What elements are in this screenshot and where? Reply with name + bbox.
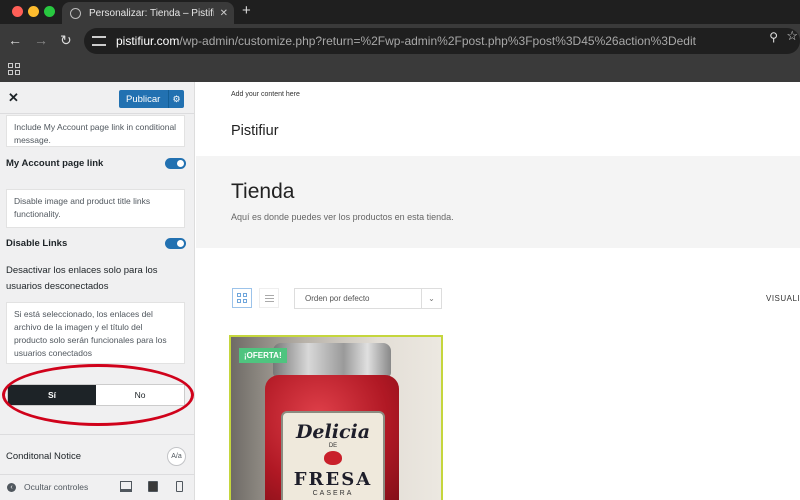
jar-label-line1: Delicia	[295, 421, 371, 443]
page-description: Aquí es donde puedes ver los productos e…	[231, 212, 454, 222]
gear-icon[interactable]: ⚙	[168, 90, 184, 108]
publish-button[interactable]: Publicar ⚙	[119, 90, 184, 108]
list-view-button[interactable]	[259, 288, 279, 308]
jar-label-line2: DE	[328, 443, 338, 449]
chevron-down-icon: ⌄	[421, 289, 441, 308]
divider	[0, 434, 194, 435]
account-link-description: Include My Account page link in conditio…	[6, 115, 185, 147]
tab-title: Personalizar: Tienda – Pistifiur	[89, 7, 214, 19]
page-header: Tienda Aquí es donde puedes ver los prod…	[196, 156, 800, 248]
apps-icon[interactable]	[8, 63, 20, 75]
disable-links-description: Disable image and product title links fu…	[6, 189, 185, 228]
back-icon[interactable]: ←	[8, 32, 22, 48]
close-window-button[interactable]	[12, 6, 23, 17]
browser-tab[interactable]: Personalizar: Tienda – Pistifiur ✕	[62, 2, 234, 24]
grid-view-button[interactable]	[232, 288, 252, 308]
close-icon[interactable]: ✕	[8, 90, 19, 106]
typography-icon[interactable]: A/a	[167, 447, 186, 466]
url-input[interactable]: pistifiur.com /wp-admin/customize.php?re…	[84, 28, 800, 54]
annotation-circle	[2, 364, 194, 426]
url-host: pistifiur.com	[116, 34, 180, 48]
sort-select[interactable]: Orden por defecto ⌄	[294, 288, 442, 309]
top-note: Add your content here	[231, 91, 300, 98]
product-card[interactable]: Delicia DE FRESA CASERA ¡OFERTA!	[229, 335, 443, 500]
star-icon[interactable]: ☆	[786, 28, 798, 44]
page-title: Tienda	[231, 180, 295, 203]
conditional-notice-label: Conditonal Notice	[6, 451, 81, 462]
jar-label-line3: FRESA	[293, 469, 373, 490]
view-mode-label: VISUALI	[766, 294, 800, 303]
maximize-window-button[interactable]	[44, 6, 55, 17]
customizer-header: ✕ Publicar ⚙	[0, 82, 194, 114]
collapse-arrow-icon: ‹	[7, 482, 16, 492]
address-toolbar: ← → ↻ pistifiur.com /wp-admin/customize.…	[0, 24, 800, 58]
customizer-sidebar: ✕ Publicar ⚙ Include My Account page lin…	[0, 82, 195, 500]
publish-label: Publicar	[126, 93, 161, 105]
guest-only-title: Desactivar los enlaces solo para los usu…	[6, 265, 158, 292]
url-path: /wp-admin/customize.php?return=%2Fwp-adm…	[179, 34, 696, 48]
close-icon[interactable]: ✕	[220, 8, 228, 19]
mobile-preview-icon[interactable]	[176, 481, 183, 492]
reload-icon[interactable]: ↻	[60, 32, 72, 49]
account-link-toggle[interactable]	[165, 158, 186, 169]
tune-icon[interactable]	[92, 36, 106, 46]
disable-links-label: Disable Links	[6, 238, 68, 249]
new-tab-button[interactable]: +	[242, 2, 251, 19]
browser-tab-bar: Personalizar: Tienda – Pistifiur ✕ +	[0, 0, 800, 24]
tablet-preview-icon[interactable]	[148, 481, 158, 492]
site-preview: Add your content here Pistifiur Tienda A…	[196, 82, 800, 500]
guest-only-description: Si está seleccionado, los enlaces del ar…	[6, 302, 185, 364]
customizer-footer: ‹ Ocultar controles	[0, 474, 194, 500]
strawberry-icon	[324, 451, 342, 465]
forward-icon[interactable]: →	[34, 32, 48, 48]
jar-label-line4: CASERA	[312, 490, 354, 497]
jar-label: Delicia DE FRESA CASERA	[281, 411, 385, 500]
globe-icon	[70, 7, 81, 19]
hide-controls-label: Ocultar controles	[24, 482, 89, 492]
account-link-label: My Account page link	[6, 158, 104, 169]
minimize-window-button[interactable]	[28, 6, 39, 17]
zoom-icon[interactable]: ⚲	[769, 30, 778, 44]
bookmarks-bar	[0, 58, 800, 82]
sort-select-value: Orden por defecto	[305, 294, 370, 303]
disable-links-toggle[interactable]	[165, 238, 186, 249]
site-title[interactable]: Pistifiur	[231, 123, 279, 139]
desktop-preview-icon[interactable]	[120, 481, 132, 492]
hide-controls-button[interactable]: ‹ Ocultar controles	[7, 482, 88, 492]
sale-badge: ¡OFERTA!	[239, 348, 287, 363]
jar-lid	[273, 343, 391, 377]
